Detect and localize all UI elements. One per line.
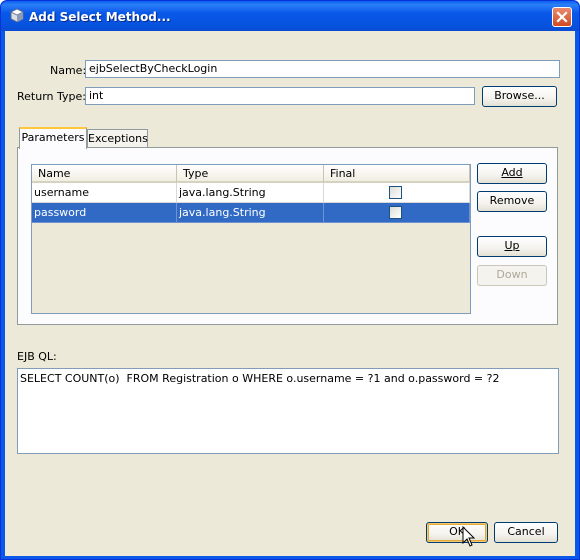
param-type-cell[interactable]: java.lang.String (177, 203, 324, 223)
column-header-type[interactable]: Type (177, 165, 324, 183)
parameters-table[interactable]: Name Type Final username java.lang.Strin… (31, 164, 471, 314)
cancel-button[interactable]: Cancel (494, 522, 558, 543)
dialog-client-area: Name: ejbSelectByCheckLogin Return Type:… (5, 31, 575, 556)
close-icon (556, 11, 568, 23)
column-header-final[interactable]: Final (324, 165, 470, 183)
final-checkbox[interactable] (389, 186, 402, 199)
mouse-cursor-icon (462, 526, 476, 547)
up-button-label: Up (504, 239, 520, 252)
parameters-panel: Name Type Final username java.lang.Strin… (17, 147, 558, 325)
dialog-title: Add Select Method... (29, 10, 171, 24)
param-type-cell[interactable]: java.lang.String (177, 183, 324, 203)
remove-button[interactable]: Remove (477, 191, 547, 212)
return-type-label: Return Type: (17, 90, 86, 103)
column-header-name[interactable]: Name (32, 165, 177, 183)
final-checkbox[interactable] (389, 206, 402, 219)
param-name-cell[interactable]: username (32, 183, 177, 203)
move-down-button[interactable]: Down (477, 265, 547, 286)
dialog-window: Add Select Method... Name: ejbSelectByCh… (0, 0, 580, 560)
table-row[interactable]: password java.lang.String (32, 203, 470, 223)
add-button[interactable]: Add (477, 163, 547, 184)
move-up-button[interactable]: Up (477, 236, 547, 257)
browse-button[interactable]: Browse... (482, 86, 557, 107)
ejbql-label: EJB QL: (17, 350, 57, 363)
ejbql-textarea[interactable]: SELECT COUNT(o) FROM Registration o WHER… (17, 368, 559, 454)
name-label: Name: (50, 64, 87, 77)
tab-parameters[interactable]: Parameters (19, 127, 87, 149)
param-final-cell[interactable] (324, 183, 470, 203)
bean-icon (10, 8, 24, 23)
param-final-cell[interactable] (324, 203, 470, 223)
title-bar[interactable]: Add Select Method... (1, 1, 579, 31)
table-empty-area (32, 223, 470, 313)
add-button-label: Add (501, 166, 523, 179)
return-type-input[interactable]: int (85, 87, 475, 105)
table-row[interactable]: username java.lang.String (32, 183, 470, 203)
name-input[interactable]: ejbSelectByCheckLogin (85, 60, 560, 78)
ok-button[interactable]: OK (426, 522, 488, 543)
close-button[interactable] (552, 7, 572, 27)
tab-exceptions[interactable]: Exceptions (87, 129, 148, 149)
param-name-cell[interactable]: password (32, 203, 177, 223)
